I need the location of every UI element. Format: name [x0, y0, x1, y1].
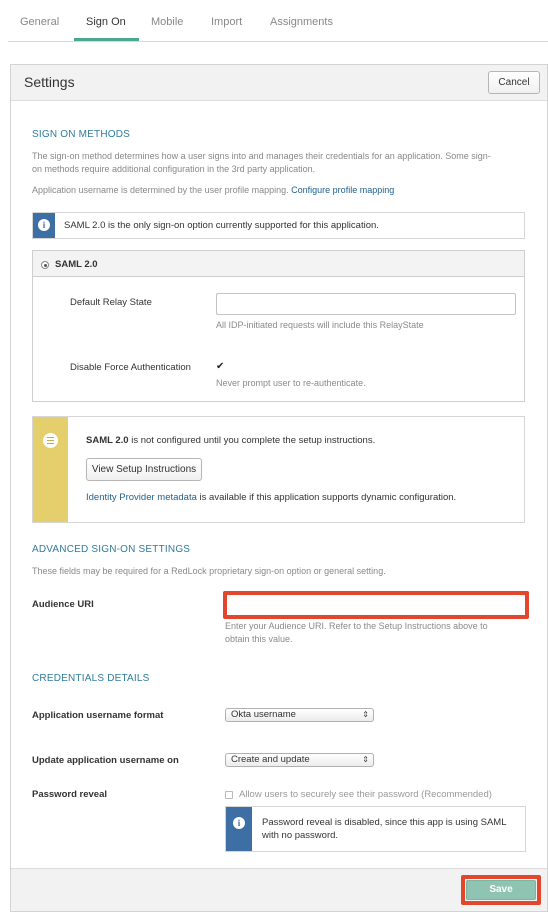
update-username-value: Create and update [231, 754, 310, 765]
relay-state-input[interactable] [216, 293, 516, 315]
relay-state-label: Default Relay State [70, 297, 152, 308]
metadata-text: Identity Provider metadata is available … [86, 492, 456, 503]
metadata-rest: is available if this application support… [196, 492, 457, 503]
saml-info-text: SAML 2.0 is the only sign-on option curr… [64, 220, 379, 231]
setup-notice-bold: SAML 2.0 [86, 435, 129, 446]
tab-import[interactable]: Import [211, 16, 242, 28]
select-arrows-icon: ⇕ [362, 755, 369, 764]
tab-bar: General Sign On Mobile Import Assignment… [8, 0, 548, 42]
password-info-box: i Password reveal is disabled, since thi… [225, 806, 526, 852]
tab-general[interactable]: General [20, 16, 59, 28]
sign-on-description-line2: on methods require additional configurat… [32, 164, 316, 174]
advanced-description: These fields may be required for a RedLo… [32, 566, 386, 576]
update-username-select[interactable]: Create and update ⇕ [225, 753, 374, 767]
username-format-select[interactable]: Okta username ⇕ [225, 708, 374, 722]
audience-hint-line1: Enter your Audience URI. Refer to the Se… [225, 621, 488, 631]
username-format-value: Okta username [231, 709, 296, 720]
select-arrows-icon: ⇕ [362, 710, 369, 719]
settings-title: Settings [24, 74, 75, 90]
saml-info-bar: i SAML 2.0 is the only sign-on option cu… [32, 212, 525, 239]
view-setup-instructions-button[interactable]: View Setup Instructions [86, 458, 202, 481]
info-icon: i [38, 219, 50, 231]
audience-uri-input[interactable] [229, 597, 523, 613]
setup-notice-rest: is not configured until you complete the… [128, 435, 376, 446]
password-reveal-checkbox[interactable] [225, 791, 233, 799]
setup-notice-text: SAML 2.0 is not configured until you com… [86, 435, 375, 446]
username-format-label: Application username format [32, 710, 164, 721]
idp-metadata-link[interactable]: Identity Provider metadata [86, 492, 197, 503]
force-auth-label: Disable Force Authentication [70, 362, 191, 373]
credentials-heading: CREDENTIALS DETAILS [32, 673, 150, 684]
advanced-settings-heading: ADVANCED SIGN-ON SETTINGS [32, 544, 191, 555]
saml-radio-button[interactable] [41, 261, 49, 269]
audience-uri-label: Audience URI [32, 599, 94, 610]
cancel-button[interactable]: Cancel [488, 71, 540, 94]
relay-state-hint: All IDP-initiated requests will include … [216, 320, 424, 330]
force-auth-hint: Never prompt user to re-authenticate. [216, 378, 366, 388]
list-icon [43, 433, 58, 448]
force-auth-checkbox[interactable]: ✔ [216, 361, 224, 372]
configure-profile-mapping-link[interactable]: Configure profile mapping [291, 185, 394, 195]
username-mapping-text: Application username is determined by th… [32, 184, 394, 197]
password-info-text: Password reveal is disabled, since this … [262, 817, 507, 841]
update-username-label: Update application username on [32, 755, 179, 766]
tab-sign-on[interactable]: Sign On [86, 16, 126, 28]
sign-on-description-line1: The sign-on method determines how a user… [32, 151, 491, 161]
saml-option-header[interactable] [33, 251, 524, 277]
saml-option-label[interactable]: SAML 2.0 [55, 259, 98, 270]
settings-header [11, 65, 547, 101]
audience-hint-line2: obtain this value. [225, 634, 293, 644]
sign-on-methods-heading: SIGN ON METHODS [32, 129, 131, 140]
username-mapping-label: Application username is determined by th… [32, 185, 289, 195]
info-icon: i [233, 817, 245, 829]
password-reveal-label: Password reveal [32, 789, 107, 800]
active-tab-indicator [74, 38, 139, 41]
password-reveal-checkbox-label: Allow users to securely see their passwo… [239, 789, 492, 800]
save-button[interactable]: Save [466, 880, 536, 900]
tab-assignments[interactable]: Assignments [270, 16, 333, 28]
tab-mobile[interactable]: Mobile [151, 16, 183, 28]
